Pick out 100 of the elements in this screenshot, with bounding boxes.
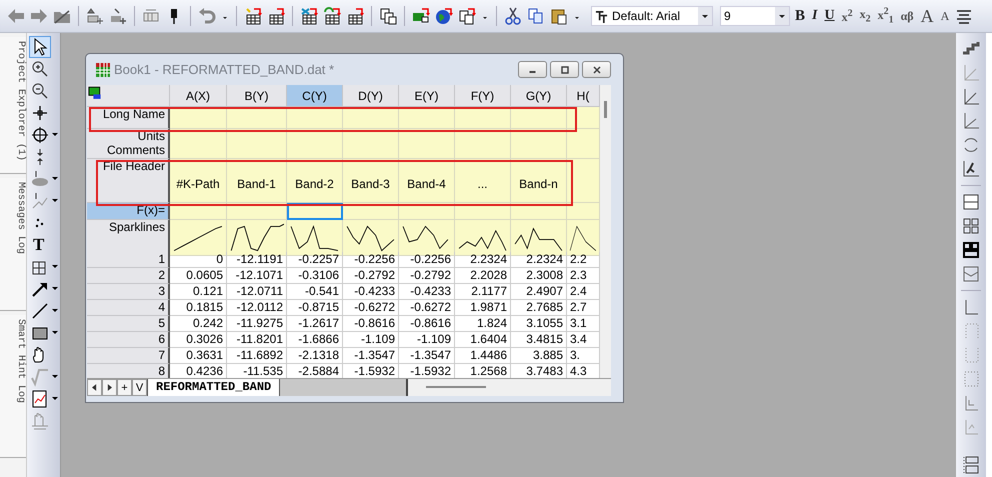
table-cell xyxy=(227,107,287,129)
add-icon[interactable] xyxy=(108,6,128,26)
caret-icon[interactable] xyxy=(52,286,58,292)
caret-icon xyxy=(698,7,712,25)
caret-icon[interactable] xyxy=(52,132,58,138)
table-cell xyxy=(287,107,343,129)
table-cell: 0.121 xyxy=(170,284,227,300)
table-cell: -0.8715 xyxy=(287,300,343,316)
table-cell: -0.6272 xyxy=(343,300,399,316)
layout-icon[interactable] xyxy=(961,240,981,260)
minimize-button[interactable] xyxy=(518,61,547,78)
table-cell: 3.4815 xyxy=(511,332,567,348)
table-cell: -0.8616 xyxy=(399,316,455,332)
row-number[interactable]: 8 xyxy=(87,364,170,378)
sheet-button[interactable]: V xyxy=(132,379,147,396)
format-button[interactable]: A xyxy=(938,5,952,27)
restore-button[interactable] xyxy=(550,61,579,78)
table-icon[interactable] xyxy=(322,6,342,26)
table-cell: 3.1055 xyxy=(511,316,567,332)
layout-icon[interactable] xyxy=(961,192,981,212)
zoom-in-icon[interactable] xyxy=(30,59,50,79)
table-cell: -0.3106 xyxy=(287,268,343,284)
column-header[interactable]: D(Y) xyxy=(343,85,399,107)
format-button[interactable]: x$_{2}$ xyxy=(858,5,873,27)
column-header[interactable]: F(Y) xyxy=(455,85,511,107)
sheet-button[interactable]: + xyxy=(117,379,132,396)
caret-icon[interactable] xyxy=(52,330,58,336)
caret-icon[interactable] xyxy=(52,176,58,182)
caret-icon[interactable] xyxy=(52,198,58,204)
undo-icon[interactable] xyxy=(197,6,217,26)
row-number[interactable]: 2 xyxy=(87,268,170,284)
table-cell: 2.7685 xyxy=(511,300,567,316)
font-dropdown[interactable]: Default: Arial xyxy=(591,6,713,26)
row-number[interactable]: 4 xyxy=(87,300,170,316)
format-button[interactable]: x$^{2}$ xyxy=(840,5,855,27)
scroll-thumb[interactable] xyxy=(604,101,607,118)
close-button[interactable] xyxy=(582,61,611,78)
table-cell: -0.2256 xyxy=(399,252,455,268)
row-header[interactable]: Comments xyxy=(87,143,170,159)
pages-icon[interactable] xyxy=(457,6,477,26)
column-header[interactable]: E(Y) xyxy=(399,85,455,107)
header-text: Band-n xyxy=(519,176,558,190)
table-cell xyxy=(567,143,600,159)
column-header[interactable]: H( xyxy=(567,85,600,107)
line-icon[interactable] xyxy=(30,301,50,321)
format-button[interactable]: U xyxy=(822,5,837,27)
panel-tab[interactable]: Project Explorer (1) xyxy=(0,37,26,174)
column-header[interactable]: G(Y) xyxy=(511,85,567,107)
scroll-thumb[interactable] xyxy=(426,386,486,388)
caret-icon xyxy=(775,7,789,25)
vertical-scrollbar[interactable] xyxy=(600,85,611,378)
row-number[interactable]: 1 xyxy=(87,252,170,268)
table-icon[interactable] xyxy=(299,6,319,26)
row-number[interactable]: 7 xyxy=(87,348,170,364)
caret-icon[interactable] xyxy=(52,396,58,402)
corner-cell[interactable] xyxy=(87,85,170,107)
runner-icon[interactable] xyxy=(961,159,981,179)
table-cell: -0.4233 xyxy=(399,284,455,300)
table-cell: 1.6404 xyxy=(455,332,511,348)
layout-icon[interactable] xyxy=(961,216,981,236)
crosshair-icon[interactable] xyxy=(30,103,50,123)
caret-icon[interactable] xyxy=(52,308,58,314)
table-cell: 0.242 xyxy=(170,316,227,332)
scissors-icon[interactable] xyxy=(503,6,523,26)
row-number[interactable]: 3 xyxy=(87,284,170,300)
column-header[interactable]: C(Y) xyxy=(287,85,343,107)
format-button[interactable]: A xyxy=(918,5,936,27)
font-size-dropdown[interactable]: 9 xyxy=(720,6,790,26)
header-text: Band-4 xyxy=(407,176,446,190)
table-cell: -0.4233 xyxy=(343,284,399,300)
header-text: Band-1 xyxy=(237,176,276,190)
forward-arrow-icon[interactable] xyxy=(29,6,49,26)
format-button[interactable]: αβ xyxy=(898,5,916,27)
format-button[interactable]: I xyxy=(810,5,820,27)
pointer-icon[interactable] xyxy=(30,37,50,57)
target-icon[interactable] xyxy=(30,125,50,145)
row-number[interactable]: 6 xyxy=(87,332,170,348)
table-cell: -0.2792 xyxy=(343,268,399,284)
next-sheet-button[interactable] xyxy=(102,379,117,396)
table-cell: -1.3547 xyxy=(399,348,455,364)
caret-icon[interactable] xyxy=(52,264,58,270)
previous-sheet-button[interactable] xyxy=(87,379,102,396)
globe-icon[interactable] xyxy=(434,6,454,26)
caret-icon[interactable] xyxy=(52,374,58,380)
panel-tab[interactable]: Smart Hint Log xyxy=(0,315,26,458)
format-button[interactable]: B xyxy=(793,5,808,27)
add-icon[interactable] xyxy=(85,6,105,26)
table-cell: -1.6866 xyxy=(287,332,343,348)
right-triangle-icon xyxy=(107,384,112,391)
column-header[interactable]: B(Y) xyxy=(227,85,287,107)
row-header[interactable]: File Header xyxy=(87,159,170,203)
layout-icon[interactable] xyxy=(961,455,981,475)
table-cell: -0.6272 xyxy=(399,300,455,316)
column-header[interactable]: A(X) xyxy=(170,85,227,107)
row-number[interactable]: 5 xyxy=(87,316,170,332)
pages-icon[interactable] xyxy=(378,6,398,26)
text-tool-button[interactable]: T xyxy=(30,235,48,255)
sheet-tab[interactable]: REFORMATTED_BAND xyxy=(147,379,280,396)
zoom-out-icon[interactable] xyxy=(30,81,50,101)
panel-tab[interactable]: Messages Log xyxy=(0,178,26,311)
